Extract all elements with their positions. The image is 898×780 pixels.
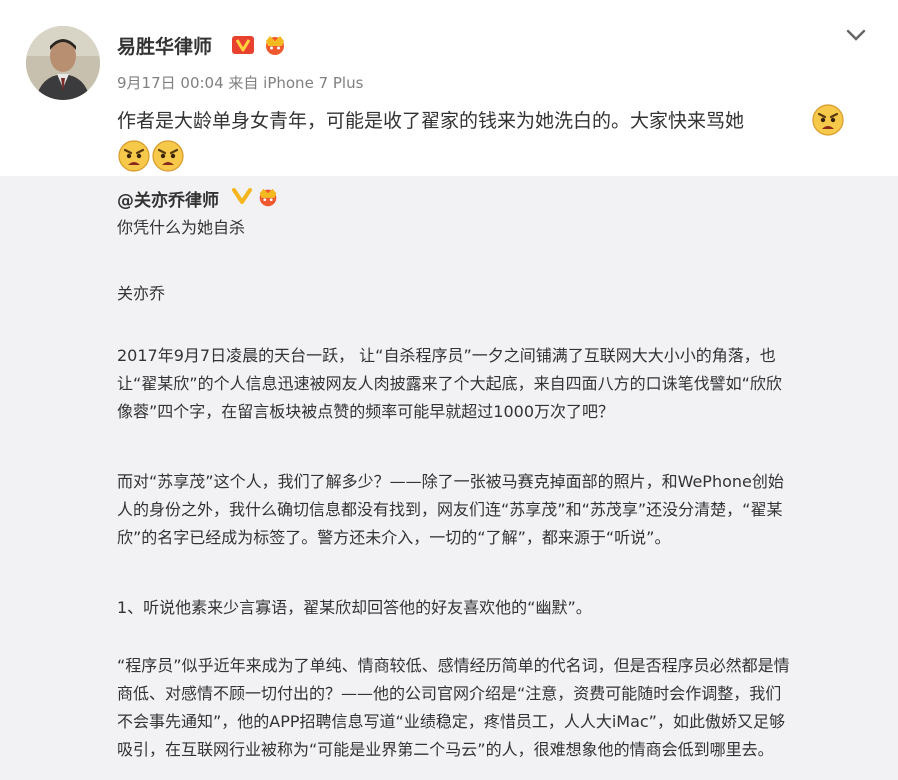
article-paragraph: 而对“苏享茂”这个人，我们了解多少？——除了一张被马赛克掉面部的照片，和WePh…: [117, 468, 867, 552]
article-paragraph: 2017年9月7日凌晨的天台一跃， 让“自杀程序员”一夕之间铺满了互联网大大小小…: [117, 342, 867, 426]
author-avatar[interactable]: [26, 26, 100, 100]
article-paragraph: “程序员”似乎近年来成为了单纯、情商较低、感情经历简单的代名词，但是否程序员必然…: [117, 652, 867, 764]
original-post: 易胜华律师 9月17日 00:04 来自 iPhone 7 Plus 作者是大龄…: [0, 0, 898, 176]
article-title: 你凭什么为她自杀: [117, 218, 246, 237]
paragraph-line: 2017年9月7日凌晨的天台一跃， 让“自杀程序员”一夕之间铺满了互联网大大小小…: [117, 346, 776, 365]
author-name[interactable]: 易胜华律师: [117, 32, 212, 59]
repost-author-link[interactable]: @关亦乔律师: [117, 186, 219, 211]
paragraph-line: 1、听说他素来少言寡语，翟某欣却回答他的好友喜欢他的“幽默”。: [117, 598, 592, 617]
reposted-content: @关亦乔律师 你凭什么为她自杀 关亦乔 2017年9月7日凌晨的天台一跃， 让“…: [0, 176, 898, 780]
paragraph-line: 不会事先通知”，他的APP招聘信息写道“业绩稳定，疼惜员工，人人大iMac”，如…: [117, 712, 785, 731]
paragraph-line: “程序员”似乎近年来成为了单纯、情商较低、感情经历简单的代名词，但是否程序员必然…: [117, 656, 790, 675]
paragraph-line: 欣”的名字已经成为标签了。警方还未介入，一切的“了解”，都来源于“听说”。: [117, 528, 671, 547]
verified-badge-icon: [232, 36, 254, 58]
paragraph-line: 人的身份之外，我什么确切信息都没有找到，网友们连“苏享茂”和“苏茂享”还没分清楚…: [117, 500, 783, 519]
chevron-down-icon[interactable]: [844, 26, 868, 44]
post-text: 作者是大龄单身女青年，可能是收了翟家的钱来为她洗白的。大家快来骂她: [117, 103, 857, 172]
paragraph-line: 商低、对感情不顾一切付出的？——他的公司官网介绍是“注意，资费可能随时会作调整，…: [117, 684, 782, 703]
paragraph-line: 让“翟某欣”的个人信息迅速被网友人肉披露来了个大起底，来自四面八方的口诛笔伐譬如…: [117, 374, 782, 393]
post-text-content: 作者是大龄单身女青年，可能是收了翟家的钱来为她洗白的。大家快来骂她: [117, 110, 745, 132]
member-crown-icon[interactable]: [262, 34, 288, 60]
paragraph-line: 而对“苏享茂”这个人，我们了解多少？——除了一张被马赛克掉面部的照片，和WePh…: [117, 472, 784, 491]
article-paragraph: 1、听说他素来少言寡语，翟某欣却回答他的好友喜欢他的“幽默”。: [117, 594, 867, 622]
paragraph-line: 吸引，在互联网行业被称为“可能是业界第二个马云”的人，很难想象他的情商会低到哪里…: [117, 740, 774, 759]
member-crown-icon[interactable]: [256, 186, 280, 212]
angry-face-icon: [811, 103, 845, 149]
article-byline: 关亦乔: [117, 284, 166, 303]
paragraph-line: 像蓉”四个字，在留言板块被点赞的频率可能早就超过1000万次了吧？: [117, 402, 615, 421]
post-meta[interactable]: 9月17日 00:04 来自 iPhone 7 Plus: [117, 72, 363, 93]
verified-badge-icon: [232, 188, 252, 208]
